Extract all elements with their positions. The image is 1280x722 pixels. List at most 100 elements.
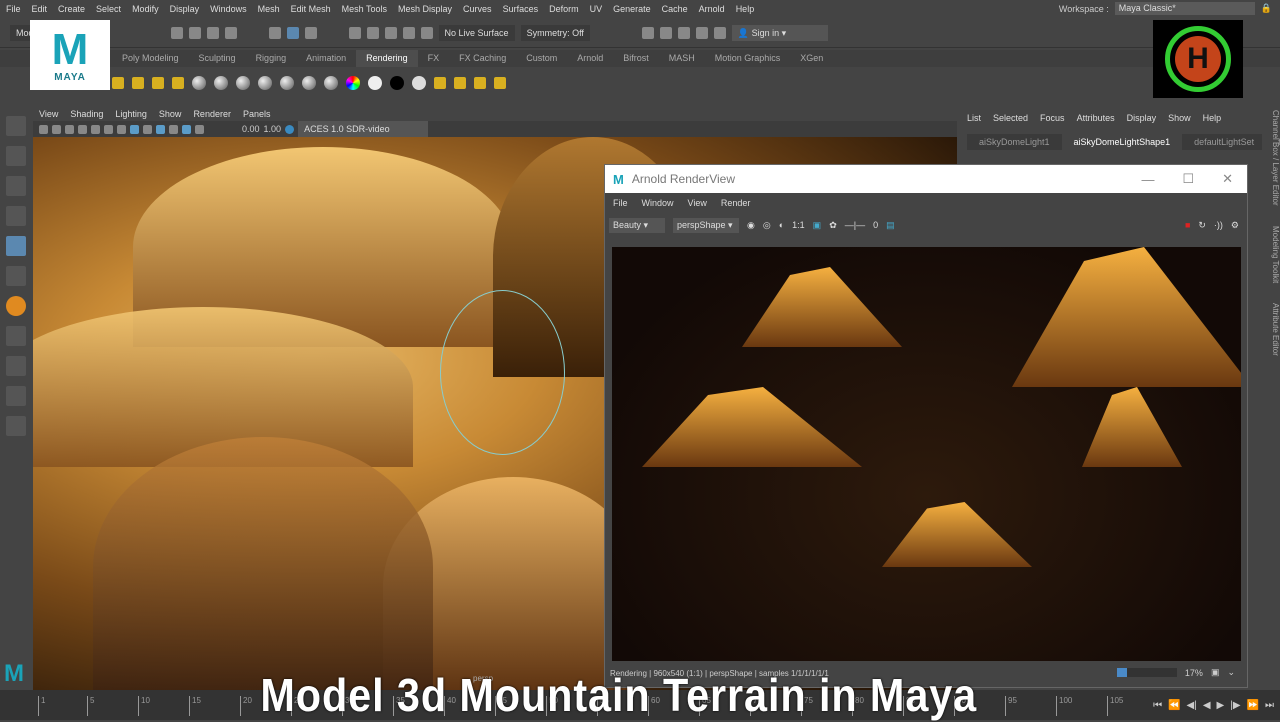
select-hierarchy-icon[interactable]: [268, 26, 281, 39]
xray-icon[interactable]: [195, 124, 204, 134]
symmetry-dropdown[interactable]: Symmetry: Off: [520, 24, 590, 41]
workspace-dropdown[interactable]: Maya Classic*: [1114, 2, 1255, 15]
refresh-icon[interactable]: ↻: [1198, 220, 1206, 231]
color-space-dropdown[interactable]: ACES 1.0 SDR-video (sRGB): [298, 121, 429, 150]
material-ball-icon[interactable]: [192, 76, 206, 90]
film-gate-icon[interactable]: [91, 124, 100, 134]
shelf-tab-motion-graphics[interactable]: Motion Graphics: [705, 50, 791, 67]
shelf-tab-rendering[interactable]: Rendering: [356, 50, 418, 67]
light-icon[interactable]: [132, 77, 144, 89]
sign-in-button[interactable]: 👤 Sign in ▾: [731, 24, 828, 41]
shelf-tab-mash[interactable]: MASH: [659, 50, 705, 67]
gamma-value[interactable]: 1.00: [264, 124, 282, 134]
rotate-tool-icon[interactable]: [5, 236, 26, 256]
exposure-slider[interactable]: —|—: [845, 220, 865, 230]
attr-tab-aiskydomelightshape1[interactable]: aiSkyDomeLightShape1: [1061, 134, 1183, 150]
close-button[interactable]: ✕: [1222, 171, 1233, 187]
menu-edit-mesh[interactable]: Edit Mesh: [291, 4, 331, 14]
menu-help[interactable]: Help: [736, 4, 755, 14]
viewport-menu-show[interactable]: Show: [159, 109, 182, 119]
outliner-icon[interactable]: [5, 416, 26, 436]
rgb-icon[interactable]: ◎: [763, 220, 771, 231]
light-icon[interactable]: [172, 77, 184, 89]
textured-icon[interactable]: [143, 124, 152, 134]
camera-icon[interactable]: [39, 124, 48, 134]
side-tab-channel-box-layer-editor[interactable]: Channel Box / Layer Editor: [1268, 110, 1280, 206]
menu-edit[interactable]: Edit: [32, 4, 48, 14]
rotate-manipulator[interactable]: [440, 290, 565, 455]
menu-uv[interactable]: UV: [590, 4, 603, 14]
menu-file[interactable]: File: [6, 4, 21, 14]
side-tab-modeling-toolkit[interactable]: Modeling Toolkit: [1268, 226, 1280, 283]
color-management-icon[interactable]: [285, 124, 295, 134]
shadows-icon[interactable]: [169, 124, 178, 134]
sculpt-tool-icon[interactable]: [5, 296, 26, 316]
resolution-gate-icon[interactable]: [104, 124, 113, 134]
shelf-tab-fx[interactable]: FX: [418, 50, 450, 67]
step-forward-key-icon[interactable]: ⏩: [1247, 700, 1259, 711]
menu-arnold[interactable]: Arnold: [699, 4, 725, 14]
viewport-menu-renderer[interactable]: Renderer: [193, 109, 231, 119]
scale-tool-icon[interactable]: [5, 266, 26, 286]
viewport-menu-view[interactable]: View: [39, 109, 58, 119]
menu-mesh-display[interactable]: Mesh Display: [398, 4, 452, 14]
ipr-render-icon[interactable]: [659, 26, 672, 39]
renderview-menu-file[interactable]: File: [613, 198, 628, 208]
undo-icon[interactable]: [206, 26, 219, 39]
save-icon[interactable]: [188, 26, 201, 39]
lasso-tool-icon[interactable]: [5, 146, 26, 166]
lock-icon[interactable]: 🔒: [1261, 3, 1272, 14]
menu-windows[interactable]: Windows: [210, 4, 247, 14]
renderview-menu-window[interactable]: Window: [642, 198, 674, 208]
stop-render-icon[interactable]: ■: [1185, 220, 1190, 230]
attr-menu-attributes[interactable]: Attributes: [1077, 113, 1115, 123]
minimize-button[interactable]: —: [1141, 172, 1154, 187]
ratio-button[interactable]: 1:1: [792, 220, 805, 230]
camera-dropdown[interactable]: perspShape ▾: [673, 217, 739, 233]
menu-cache[interactable]: Cache: [662, 4, 688, 14]
log-icon[interactable]: ▤: [886, 220, 895, 231]
isolate-icon[interactable]: [182, 124, 191, 134]
shelf-tab-sculpting[interactable]: Sculpting: [189, 50, 246, 67]
move-tool-icon[interactable]: [5, 206, 26, 226]
smooth-shade-icon[interactable]: [130, 124, 139, 134]
pause-icon[interactable]: [713, 26, 726, 39]
layout-two-icon[interactable]: [5, 386, 26, 406]
wireframe-icon[interactable]: [117, 124, 126, 134]
layout-single-icon[interactable]: [5, 326, 26, 346]
attr-menu-display[interactable]: Display: [1127, 113, 1157, 123]
snap-point-icon[interactable]: [384, 26, 397, 39]
material-ball-icon[interactable]: [324, 76, 338, 90]
grid-icon[interactable]: [78, 124, 87, 134]
snap-surface-icon[interactable]: [420, 26, 433, 39]
render-tool-icon[interactable]: [494, 77, 506, 89]
attr-menu-list[interactable]: List: [967, 113, 981, 123]
render-icon[interactable]: [641, 26, 654, 39]
settings-gear-icon[interactable]: ⚙: [1231, 220, 1247, 231]
camera-lock-icon[interactable]: [52, 124, 61, 134]
side-tab-attribute-editor[interactable]: Attribute Editor: [1268, 303, 1280, 356]
shelf-tab-arnold[interactable]: Arnold: [567, 50, 613, 67]
select-tool-icon[interactable]: [5, 116, 26, 136]
render-tool-icon[interactable]: [454, 77, 466, 89]
material-ball-icon[interactable]: [258, 76, 272, 90]
shelf-tab-xgen[interactable]: XGen: [790, 50, 833, 67]
select-object-icon[interactable]: [286, 26, 299, 39]
menu-surfaces[interactable]: Surfaces: [503, 4, 539, 14]
menu-display[interactable]: Display: [170, 4, 200, 14]
shelf-tab-fx-caching[interactable]: FX Caching: [449, 50, 516, 67]
exposure-value[interactable]: 0.00: [242, 124, 260, 134]
ramp-icon[interactable]: [346, 76, 360, 90]
go-end-icon[interactable]: ⏭: [1265, 700, 1274, 711]
material-ball-icon[interactable]: [214, 76, 228, 90]
shelf-tab-rigging[interactable]: Rigging: [246, 50, 297, 67]
attr-tab-defaultlightset[interactable]: defaultLightSet: [1182, 134, 1266, 150]
render-tool-icon[interactable]: [434, 77, 446, 89]
shelf-tab-bifrost[interactable]: Bifrost: [613, 50, 659, 67]
renderview-menu-render[interactable]: Render: [721, 198, 751, 208]
menu-mesh-tools[interactable]: Mesh Tools: [342, 4, 387, 14]
attr-tab-aiskydomelight1[interactable]: aiSkyDomeLight1: [967, 134, 1062, 150]
ipr-icon[interactable]: ·)): [1214, 220, 1223, 230]
redo-icon[interactable]: [224, 26, 237, 39]
menu-modify[interactable]: Modify: [132, 4, 159, 14]
